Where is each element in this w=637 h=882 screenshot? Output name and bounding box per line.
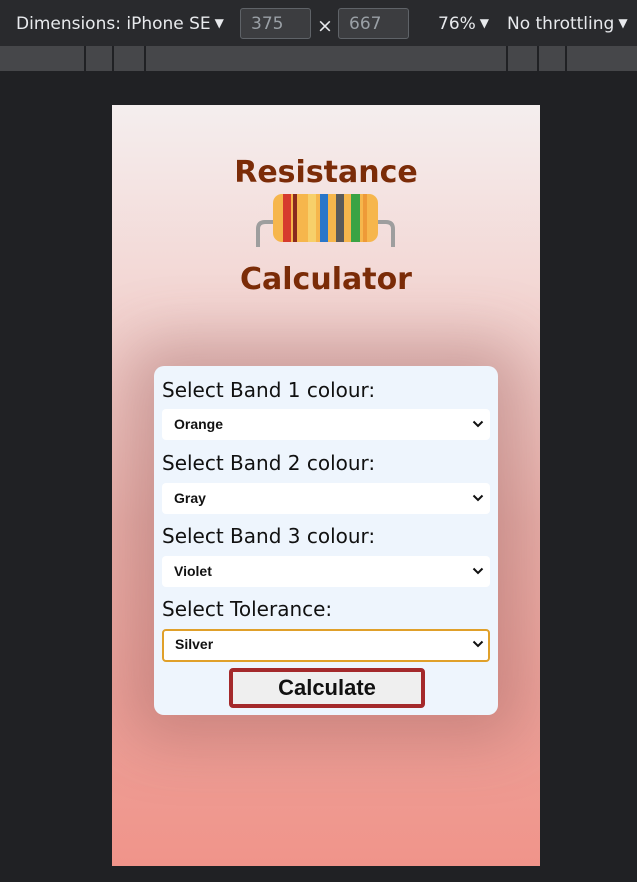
band1-select[interactable]: Orange [162,409,490,440]
throttling-label: No throttling [507,14,615,34]
title-line-2: Calculator [240,262,412,297]
ruler-segment[interactable] [146,46,508,71]
times-symbol: × [317,15,333,37]
zoom-dropdown[interactable]: 76% ▼ [438,14,489,34]
chevron-down-icon [472,420,484,428]
ruler-segment[interactable] [86,46,114,71]
band2-value: Gray [174,490,206,506]
chevron-down-icon [472,567,484,575]
media-query-ruler[interactable] [0,46,637,71]
chevron-down-icon [472,494,484,502]
band1-value: Orange [174,416,224,432]
band3-value: Violet [174,563,212,579]
devtools-toolbar: Dimensions: iPhone SE ▼ 375 × 667 76% ▼ No… [0,0,637,46]
tolerance-value: Silver [175,636,214,652]
band2-label: Select Band 2 colour: [162,451,376,475]
caret-down-icon: ▼ [618,16,628,30]
height-input[interactable]: 667 [338,8,409,39]
band2-select[interactable]: Gray [162,483,490,514]
calculate-button[interactable]: Calculate [229,668,425,708]
dimensions-label: Dimensions: iPhone SE [16,14,211,34]
band3-select[interactable]: Violet [162,556,490,587]
caret-down-icon: ▼ [479,16,490,30]
ruler-segment[interactable] [567,46,637,71]
ruler-segment[interactable] [539,46,567,71]
chevron-down-icon [472,640,484,648]
ruler-segment[interactable] [114,46,146,71]
calculator-form: Select Band 1 colour: Orange Select Band… [154,366,498,715]
title-line-1: Resistance [234,155,418,190]
zoom-label: 76% [438,14,476,34]
band1-label: Select Band 1 colour: [162,378,376,402]
caret-down-icon: ▼ [214,16,224,30]
device-viewport: Resistance Calculator Select Band 1 colo… [112,105,540,866]
throttling-dropdown[interactable]: No throttling ▼ [507,14,628,34]
dimensions-dropdown[interactable]: Dimensions: iPhone SE ▼ [16,14,224,34]
band3-label: Select Band 3 colour: [162,524,376,548]
ruler-segment[interactable] [508,46,539,71]
tolerance-select[interactable]: Silver [162,629,490,662]
tolerance-label: Select Tolerance: [162,597,333,621]
ruler-segment[interactable] [0,46,86,71]
width-input[interactable]: 375 [240,8,311,39]
resistor-icon [256,194,395,247]
